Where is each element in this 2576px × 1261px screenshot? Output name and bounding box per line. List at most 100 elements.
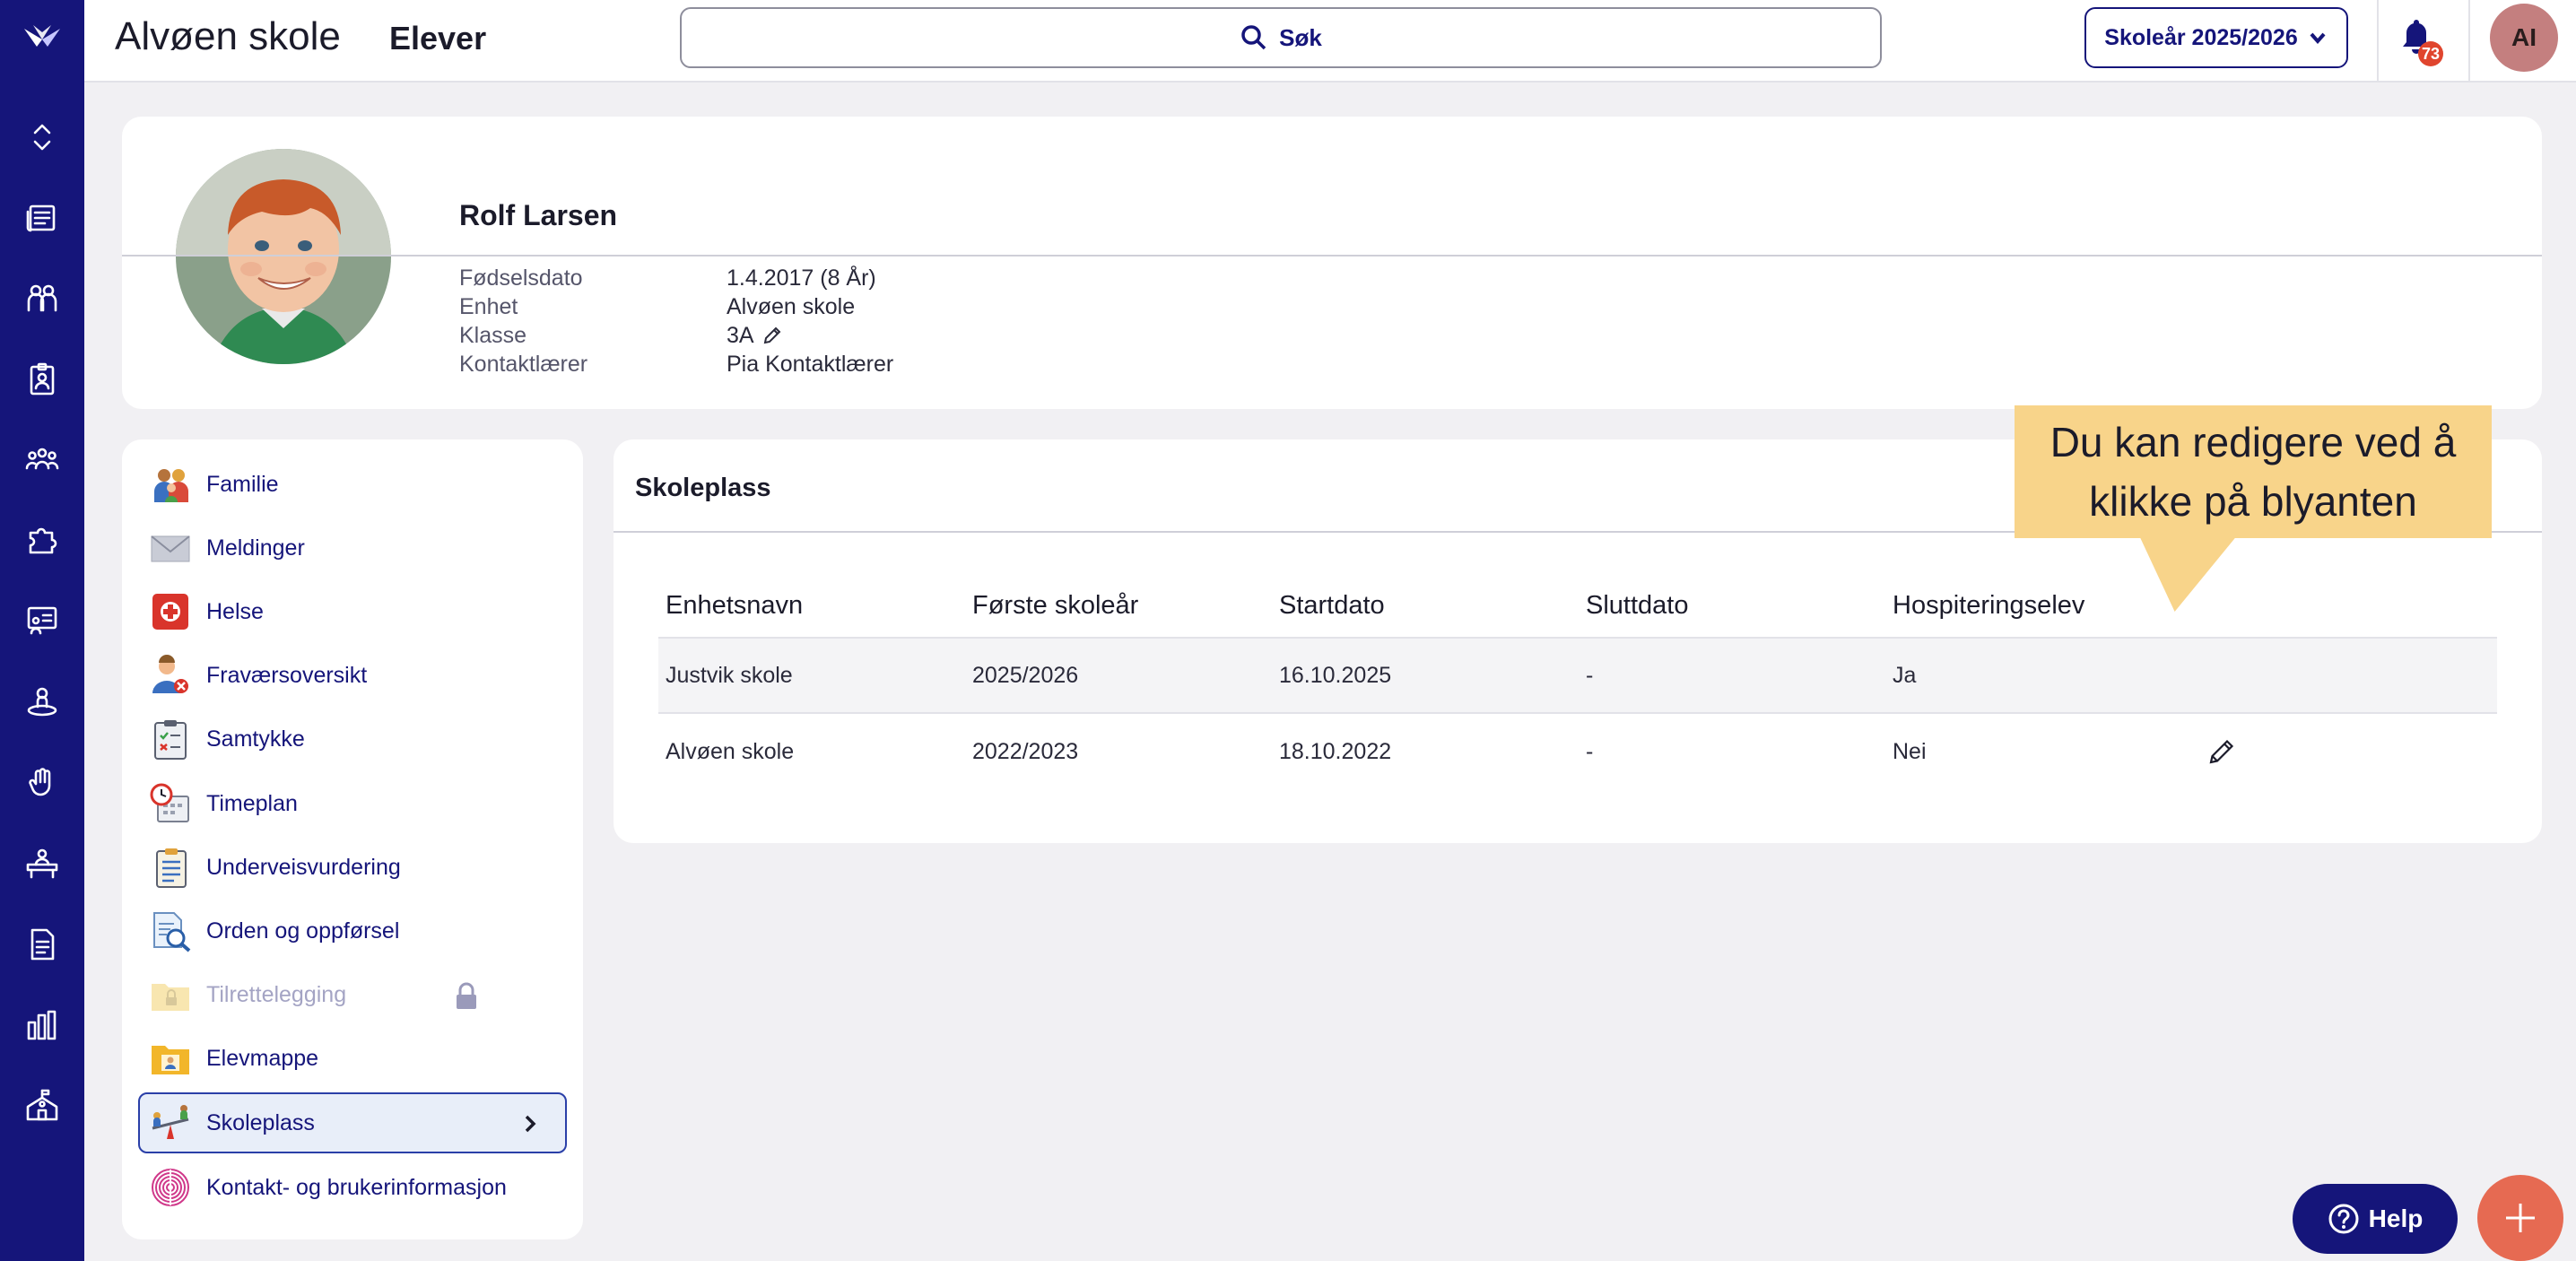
add-button[interactable] (2477, 1175, 2563, 1261)
badge-icon[interactable] (0, 339, 84, 420)
lock-icon (457, 982, 476, 1009)
conduct-icon (153, 912, 191, 952)
table-cell: Ja (1893, 662, 1917, 688)
menu-item-helse[interactable]: Helse (138, 581, 567, 642)
desk-icon[interactable] (0, 823, 84, 904)
schedule-icon (150, 783, 189, 822)
column-header[interactable]: Enhetsnavn (658, 591, 965, 621)
menu-item-familie[interactable]: Familie (138, 454, 567, 515)
person-ring-icon[interactable] (0, 662, 84, 743)
help-icon (2328, 1204, 2359, 1234)
column-header[interactable]: Startdato (1272, 591, 1579, 621)
health-icon (152, 594, 188, 630)
collapse-icon[interactable] (0, 97, 84, 178)
menu-item-underveisvurdering[interactable]: Underveisvurdering (138, 837, 567, 898)
table-cell: 2022/2023 (972, 738, 1079, 764)
newspaper-icon[interactable] (0, 178, 84, 258)
detail-value: 3A (727, 323, 783, 349)
detail-label: Kontaktlærer (459, 351, 588, 377)
table-cell: 18.10.2022 (1279, 738, 1392, 764)
bar-chart-icon[interactable] (0, 985, 84, 1065)
table-cell: 2025/2026 (972, 662, 1079, 688)
search-label: Søk (1279, 23, 1322, 51)
edit-cell (2190, 736, 2495, 767)
notifications-button[interactable]: 73 (2398, 16, 2445, 66)
column-header[interactable]: Sluttdato (1579, 591, 1885, 621)
left-rail (0, 0, 84, 1261)
absence-icon (152, 655, 188, 693)
hand-icon[interactable] (0, 743, 84, 823)
menu-item-label: Elevmappe (206, 1045, 319, 1071)
menu-item-kontakt-og-brukerinformasjon[interactable]: Kontakt- og brukerinformasjon (138, 1157, 567, 1218)
table-cell: Alvøen skole (666, 738, 795, 764)
table-row[interactable]: Justvik skole 2025/2026 16.10.2025 - Ja (658, 639, 2497, 714)
menu-item-elevmappe[interactable]: Elevmappe (138, 1028, 567, 1089)
menu-item-label: Familie (206, 471, 279, 497)
table-cell: - (1586, 662, 1594, 688)
detail-row-birthdate: Fødselsdato 1.4.2017 (8 År) (459, 264, 893, 292)
menu-item-label: Helse (206, 598, 264, 624)
student-folder-icon (152, 1046, 189, 1074)
callout-text: Du kan redigere ved å klikke på blyanten (2049, 419, 2457, 525)
menu-item-label: Meldinger (206, 535, 305, 561)
student-photo (176, 149, 391, 364)
classroom-icon[interactable] (0, 581, 84, 662)
detail-label: Klasse (459, 322, 527, 348)
menu-item-meldinger[interactable]: Meldinger (138, 517, 567, 578)
groups-icon[interactable] (0, 420, 84, 500)
table-cell: Nei (1893, 738, 1927, 764)
locked-folder-icon (152, 984, 189, 1011)
table-cell: Justvik skole (666, 662, 793, 688)
divider (122, 255, 2542, 257)
menu-item-timeplan[interactable]: Timeplan (138, 773, 567, 834)
detail-value: Alvøen skole (727, 293, 856, 319)
chevron-down-icon (2310, 32, 2326, 45)
detail-label: Fødselsdato (459, 265, 583, 291)
menu-item-label: Tilrettelegging (206, 981, 347, 1007)
menu-item-label: Underveisvurdering (206, 854, 401, 880)
student-menu: Familie Meldinger Helse Fraværsoversikt … (122, 439, 583, 1239)
people-icon[interactable] (0, 258, 84, 339)
app-logo-icon[interactable] (21, 20, 64, 56)
pencil-icon[interactable] (2206, 736, 2237, 767)
user-avatar[interactable]: AI (2490, 4, 2558, 72)
edit-hint-callout: Du kan redigere ved å klikke på blyanten (2015, 405, 2492, 538)
school-year-label: Skoleår 2025/2026 (2104, 24, 2298, 50)
menu-item-fravaersoversikt[interactable]: Fraværsoversikt (138, 645, 567, 706)
school-icon[interactable] (0, 1065, 84, 1146)
help-button[interactable]: Help (2293, 1184, 2458, 1254)
school-year-select[interactable]: Skoleår 2025/2026 (2084, 7, 2348, 68)
callout-pointer (2126, 536, 2237, 612)
menu-item-orden-og-oppforsel[interactable]: Orden og oppførsel (138, 900, 567, 961)
family-icon (154, 469, 188, 502)
assessment-icon (156, 848, 187, 888)
page-title: Elever (389, 20, 487, 57)
column-header[interactable]: Første skoleår (965, 591, 1272, 621)
menu-item-label: Timeplan (206, 790, 298, 816)
pencil-icon[interactable] (761, 325, 783, 346)
table-row[interactable]: Alvøen skole 2022/2023 18.10.2022 - Nei (658, 714, 2497, 789)
table-cell: - (1586, 738, 1594, 764)
student-details: Fødselsdato 1.4.2017 (8 År) Enhet Alvøen… (459, 264, 893, 378)
detail-row-contact-teacher: Kontaktlærer Pia Kontaktlærer (459, 350, 893, 378)
school-name: Alvøen skole (115, 14, 341, 58)
plus-icon (2506, 1204, 2535, 1232)
menu-item-label: Kontakt- og brukerinformasjon (206, 1174, 507, 1200)
divider (2468, 0, 2470, 81)
chevron-right-icon (525, 1115, 536, 1133)
detail-value: 1.4.2017 (8 År) (727, 265, 876, 291)
table-cell: 16.10.2025 (1279, 662, 1392, 688)
menu-item-tilrettelegging[interactable]: Tilrettelegging (138, 964, 567, 1025)
fingerprint-icon (152, 1169, 189, 1206)
menu-item-skoleplass[interactable]: Skoleplass (138, 1092, 567, 1153)
menu-item-label: Orden og oppførsel (206, 917, 400, 944)
notification-count-badge: 73 (2418, 41, 2444, 66)
document-icon[interactable] (0, 904, 84, 985)
puzzle-icon[interactable] (0, 500, 84, 581)
menu-item-samtykke[interactable]: Samtykke (138, 709, 567, 770)
student-profile-card: Rolf Larsen Fødselsdato 1.4.2017 (8 År) … (122, 117, 2542, 409)
menu-item-label: Fraværsoversikt (206, 662, 368, 688)
search-button[interactable]: Søk (680, 7, 1882, 68)
top-bar: Alvøen skole Elever Søk Skoleår 2025/202… (84, 0, 2576, 83)
clipboard-check-icon (154, 720, 187, 760)
